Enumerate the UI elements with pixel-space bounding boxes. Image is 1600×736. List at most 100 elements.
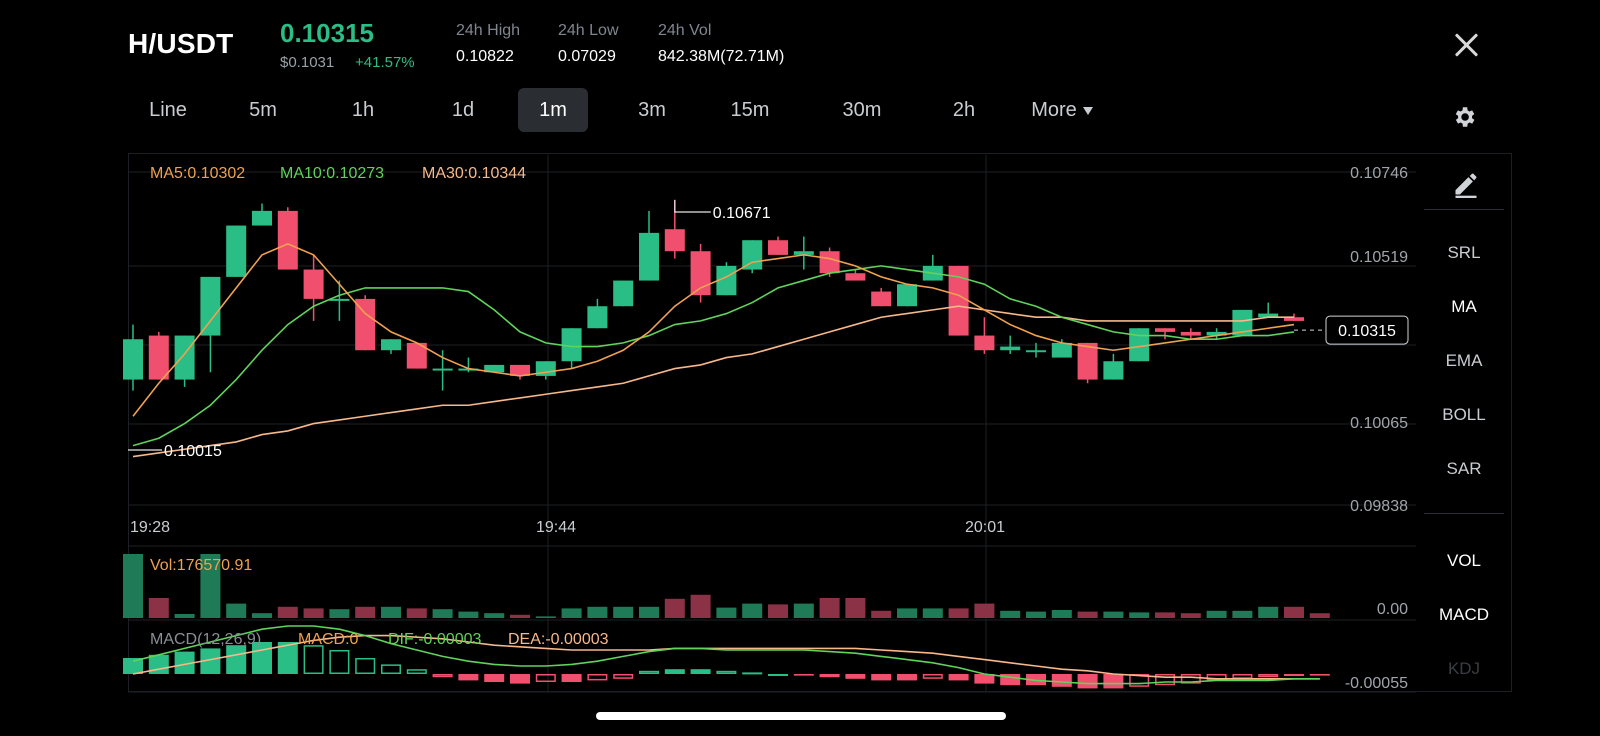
volume-bar — [303, 608, 324, 618]
candle-body — [768, 240, 788, 255]
candle-body — [845, 273, 866, 281]
volume-bar — [1309, 613, 1330, 618]
candle-body — [1000, 346, 1021, 351]
volume-bar — [1077, 611, 1098, 618]
candle-body — [252, 210, 272, 226]
macd-bar — [381, 664, 401, 675]
candle-body — [1180, 331, 1201, 336]
volume-bar — [381, 606, 401, 618]
indicator-kdj[interactable]: KDJ — [1416, 659, 1512, 679]
volume-bar — [845, 598, 866, 618]
volume-legend: Vol:176570.91 — [150, 557, 252, 574]
volume-bar — [226, 603, 247, 618]
macd-title: MACD(12,26,9) — [150, 631, 261, 648]
macd-bar — [664, 669, 685, 674]
macd-bar — [819, 674, 840, 678]
volume-bar — [1284, 606, 1304, 618]
macd-bar — [1103, 674, 1124, 689]
pencil-icon[interactable] — [1452, 170, 1480, 198]
macd-bar — [406, 669, 427, 675]
candle-body — [1103, 361, 1124, 380]
volume-bar — [1129, 612, 1150, 618]
macd-legend-item: MACD:0 — [298, 631, 359, 648]
volume-pane: Vol:176570.91 — [123, 554, 1330, 618]
macd-axis-tick: -0.00055 — [1345, 675, 1408, 692]
macd-bar — [1051, 674, 1072, 687]
indicator-ema[interactable]: EMA — [1416, 351, 1512, 371]
candle-body — [174, 335, 195, 380]
macd-bar — [535, 674, 556, 682]
candle-body — [974, 335, 995, 351]
volume-bar — [716, 607, 737, 618]
volume-bar — [484, 613, 505, 618]
candle-body — [148, 335, 169, 380]
candle-body — [432, 368, 453, 371]
candlestick-pane: MA5:0.10302 MA10:0.10273 MA30:0.10344 0.106… — [123, 165, 1409, 460]
macd-bar — [845, 674, 866, 679]
candle-body — [1026, 350, 1046, 353]
min-price-label: 0.10015 — [164, 443, 222, 460]
macd-bar — [1258, 674, 1279, 678]
max-price-marker — [674, 199, 711, 213]
macd-bar — [484, 674, 505, 682]
volume-bar — [1232, 610, 1253, 618]
volume-bar — [1051, 610, 1072, 618]
volume-bar — [690, 594, 711, 618]
ma-legend-item: MA30:0.10344 — [422, 165, 526, 182]
volume-bar — [974, 603, 995, 618]
volume-bar — [793, 603, 814, 618]
volume-bar — [742, 603, 763, 618]
candle-body — [1051, 342, 1072, 358]
macd-bar — [1284, 674, 1304, 676]
ma-legend-item: MA10:0.10273 — [280, 165, 384, 182]
indicator-srl[interactable]: SRL — [1416, 243, 1512, 263]
macd-bar — [226, 645, 247, 674]
candle-body — [200, 276, 221, 336]
macd-bar — [1309, 674, 1330, 676]
price-axis-tick: 0.09838 — [1350, 498, 1408, 515]
candle-body — [587, 306, 608, 329]
candle-body — [871, 291, 892, 307]
kline-chart[interactable]: MA5:0.10302 MA10:0.10273 MA30:0.10344 0.106… — [0, 0, 1600, 736]
indicator-ma[interactable]: MA — [1416, 297, 1512, 317]
indicator-boll[interactable]: BOLL — [1416, 405, 1512, 425]
indicator-sar[interactable]: SAR — [1416, 459, 1512, 479]
indicator-vol[interactable]: VOL — [1416, 551, 1512, 571]
candle-body — [226, 225, 247, 277]
time-axis-tick: 19:44 — [536, 519, 576, 536]
volume-bar — [1206, 610, 1227, 618]
max-price-label: 0.10671 — [713, 205, 771, 222]
macd-bar — [1232, 674, 1253, 679]
macd-bar — [871, 674, 892, 681]
volume-bar — [1258, 606, 1279, 618]
candle-body — [381, 339, 401, 351]
candle-body — [303, 269, 324, 299]
macd-bar — [1077, 674, 1098, 689]
volume-bar — [1180, 613, 1201, 618]
divider — [1424, 209, 1504, 210]
volume-bar — [329, 609, 350, 618]
macd-bar — [458, 674, 479, 681]
candle-body — [613, 280, 634, 307]
volume-bar — [639, 606, 659, 618]
candle-body — [123, 339, 143, 380]
candle-body — [1077, 342, 1098, 380]
current-price-label: 0.10315 — [1338, 323, 1396, 340]
candle-body — [1155, 328, 1175, 332]
ma-legend-item: MA5:0.10302 — [150, 165, 245, 182]
volume-bar — [277, 606, 298, 618]
macd-bar — [329, 650, 350, 674]
price-axis-tick: 0.10065 — [1350, 415, 1408, 432]
macd-bar — [948, 674, 969, 681]
macd-bar — [561, 674, 582, 682]
volume-bar — [355, 606, 376, 618]
candle-body — [639, 232, 659, 281]
candle-body — [1129, 328, 1150, 362]
indicator-macd[interactable]: MACD — [1416, 605, 1512, 625]
indicator-panel: SRL MA EMA BOLL SAR VOL MACD KDJ — [1416, 153, 1512, 692]
volume-bar — [458, 611, 479, 618]
volume-bar — [432, 609, 453, 618]
macd-bar — [303, 645, 324, 675]
volume-bar — [1103, 611, 1124, 618]
candle-body — [277, 210, 298, 270]
